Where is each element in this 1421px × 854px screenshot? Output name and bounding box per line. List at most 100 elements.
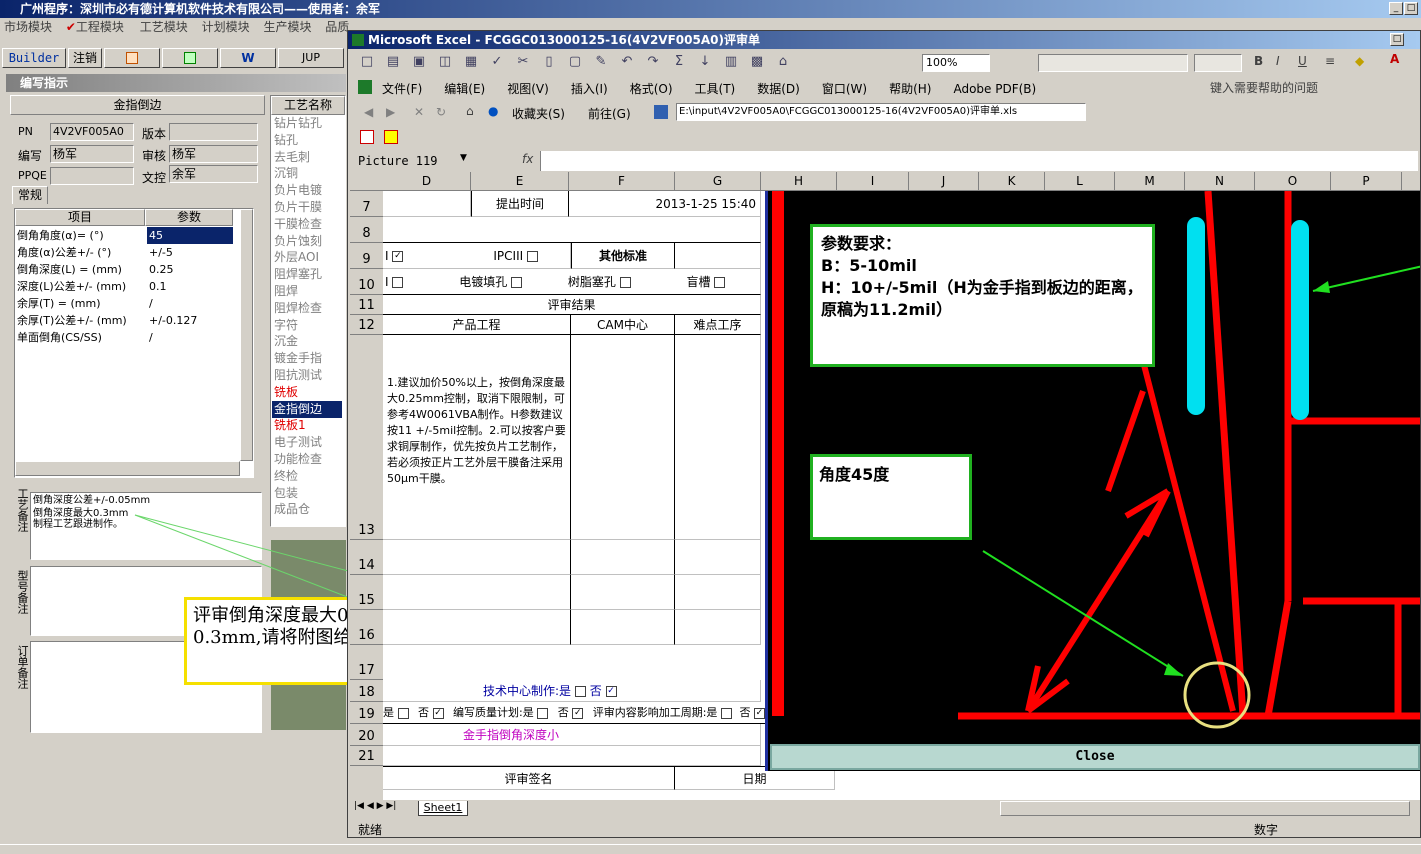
row10-cell[interactable]: I 电镀填孔 树脂塞孔 盲槽 [383,269,761,295]
cell-d7[interactable] [383,191,471,217]
empty-cell[interactable] [675,540,761,575]
permission-icon[interactable]: ◫ [436,54,454,72]
row-header[interactable]: 21 [350,746,383,766]
excel-menu-item[interactable]: 插入(I) [571,82,608,96]
row9-cell-d[interactable]: I ✓ IPCIII [383,243,571,269]
italic-icon[interactable]: I [1276,54,1290,68]
search-web-icon[interactable]: ● [488,104,498,118]
process-item[interactable]: 终检 [272,468,342,485]
undo-icon[interactable]: ↶ [618,54,636,72]
plating-fill-checkbox[interactable] [511,277,523,288]
minimize-button[interactable]: _ [1389,2,1403,15]
row-header[interactable]: 18 [350,680,383,702]
tab-general[interactable]: 常规 [12,186,48,204]
empty-cell[interactable] [571,540,675,575]
process-item[interactable]: 功能检查 [272,451,342,468]
excel-menu-item[interactable]: 窗口(W) [822,82,867,96]
menu-market[interactable]: 市场模块 [4,18,52,35]
cam-center-header[interactable]: CAM中心 [571,315,675,335]
process-item[interactable]: 金指倒边 [272,400,342,418]
column-header[interactable]: K [979,172,1045,190]
review-result-cell[interactable]: 评审结果 [383,295,761,315]
name-box-dropdown-icon[interactable]: ▼ [460,153,467,163]
resin-plug-checkbox[interactable] [619,277,631,288]
empty-cell[interactable] [383,575,571,610]
column-header[interactable]: F [569,172,675,190]
align-icon[interactable]: ≡ [1325,54,1339,68]
font-color-icon[interactable]: A [1390,52,1404,66]
process-item[interactable]: 阻抗测试 [272,367,342,384]
chart-wizard-icon[interactable]: ▥ [722,54,740,72]
cell-submit-time-value[interactable]: 2013-1-25 15:40 [569,191,761,217]
product-eng-suggestion[interactable]: 1.建议加价50%以上，按倒角深度最大0.25mm控制，取消下限限制，可参考4W… [383,335,571,540]
row-header[interactable]: 20 [350,724,383,746]
process-item[interactable]: 铣板1 [272,417,342,434]
auditor-field[interactable]: 杨军 [169,145,258,163]
empty-cell[interactable] [675,610,761,645]
autosum-icon[interactable]: Σ [670,54,688,72]
home-icon[interactable]: ⌂ [466,104,474,118]
print-icon[interactable]: ▦ [462,54,480,72]
cycle-impact-yes-checkbox[interactable] [720,707,732,719]
review-signature-cell[interactable]: 评审签名 [383,766,675,790]
tech-center-yes-checkbox[interactable] [574,686,586,697]
row-header[interactable]: 14 [350,540,383,575]
pdf-email-icon[interactable] [384,130,398,144]
column-header[interactable]: H [761,172,837,190]
blind-slot-checkbox[interactable] [714,277,726,288]
excel-menu-item[interactable]: 编辑(E) [444,82,485,96]
address-field[interactable]: E:\input\4V2VF005A0\FCGGC013000125-16(4V… [676,103,1086,121]
zoom-box[interactable]: 100% [922,54,990,72]
row20-cell[interactable] [383,746,761,766]
process-item[interactable]: 字符 [272,317,342,334]
process-item[interactable]: 铣板 [272,384,342,401]
cam-center-cell[interactable] [571,335,675,540]
excel-menu-item[interactable]: 格式(O) [630,82,673,96]
paste-icon[interactable]: ▢ [566,54,584,72]
column-header[interactable]: P [1331,172,1402,190]
row-header[interactable]: 9 [350,243,383,269]
process-item[interactable]: 包装 [272,485,342,502]
row10-checkbox[interactable] [392,277,404,288]
format-painter-icon[interactable]: ✎ [592,54,610,72]
doc-field[interactable]: 余军 [169,165,258,183]
font-size-box[interactable] [1194,54,1242,72]
spellcheck-icon[interactable]: ✓ [488,54,506,72]
drawing-icon[interactable]: ▩ [748,54,766,72]
grid-item-value[interactable]: +/-5 [147,244,233,261]
grid-row[interactable]: 余厚(T) = (mm) / [15,295,235,312]
forward-icon[interactable]: ▶ [386,105,395,119]
help-question-box[interactable]: 键入需要帮助的问题 [1210,79,1390,96]
grid-item-value[interactable]: / [147,295,233,312]
process-item[interactable]: 负片蚀刻 [272,233,342,250]
picture-119[interactable]: 参数要求： B：5-10mil H：10+/-5mil（H为金手指到板边的距离，… [765,191,1420,771]
stop-icon[interactable]: ✕ [414,105,424,119]
row-header[interactable]: 19 [350,702,383,724]
process-item[interactable]: 阻焊塞孔 [272,266,342,283]
excel-menu-item[interactable]: 数据(D) [757,82,800,96]
product-eng-header[interactable]: 产品工程 [383,315,571,335]
maximize-button[interactable]: □ [1404,2,1418,15]
pdf-convert-icon[interactable] [360,130,374,144]
process-item[interactable]: 沉金 [272,333,342,350]
process-item[interactable]: 阻焊 [272,283,342,300]
grid-row[interactable]: 深度(L)公差+/- (mm) 0.1 [15,278,235,295]
tech-center-no-checkbox[interactable]: ✓ [605,686,617,697]
row-header[interactable]: 12 [350,315,383,335]
menu-plan[interactable]: 计划模块 [202,18,250,35]
grid-hscrollbar[interactable] [15,461,240,476]
logout-button[interactable]: 注销 [68,48,102,68]
formula-input[interactable] [540,151,1418,171]
difficult-process-header[interactable]: 难点工序 [675,315,761,335]
row18-yes-checkbox[interactable] [397,707,409,719]
grid-row[interactable]: 单面倒角(CS/SS) / [15,329,235,346]
grid-row[interactable]: 倒角角度(α)= (°) 45 [15,227,235,244]
column-header[interactable]: N [1185,172,1255,190]
process-item[interactable]: 负片干膜 [272,199,342,216]
version-field[interactable] [169,123,258,141]
excel-menu-item[interactable]: Adobe PDF(B) [953,82,1036,96]
excel-menu-item[interactable]: 视图(V) [507,82,549,96]
row-header[interactable]: 11 [350,295,383,315]
copy-icon[interactable]: ▯ [540,54,558,72]
sheet1-tab[interactable]: Sheet1 [418,801,468,816]
